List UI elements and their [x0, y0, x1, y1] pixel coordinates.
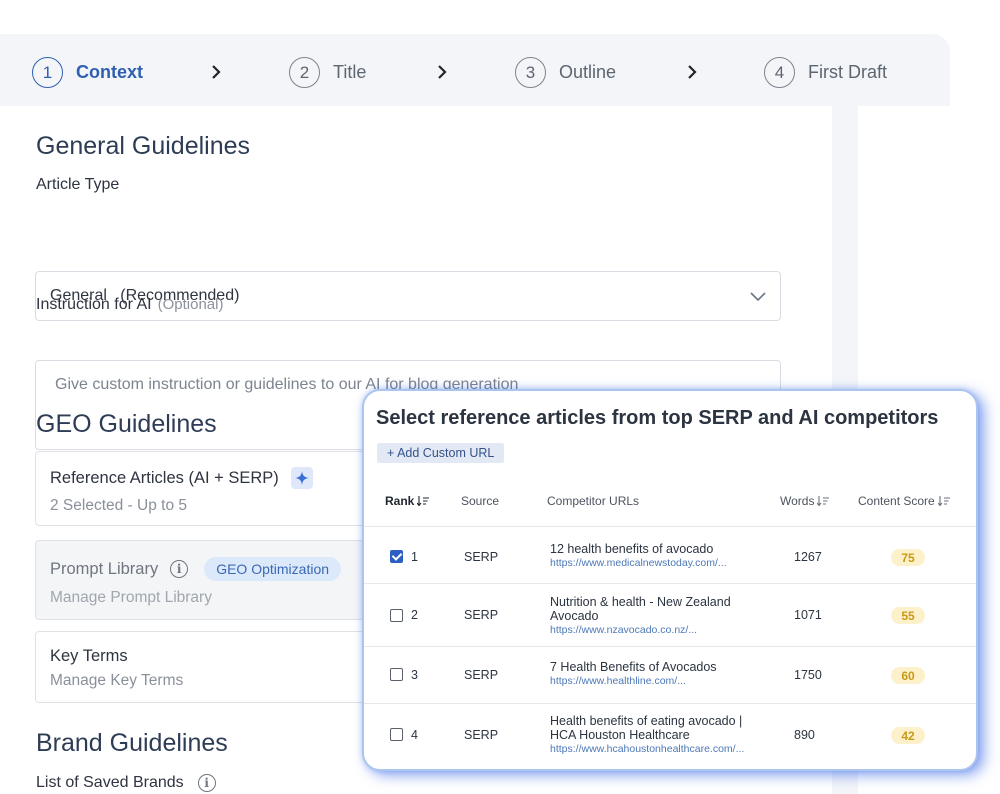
info-icon[interactable]: i — [197, 774, 216, 792]
step-number: 1 — [32, 57, 63, 88]
modal-title: Select reference articles from top SERP … — [376, 407, 939, 429]
table-row[interactable]: 3 SERP 7 Health Benefits of Avocados htt… — [364, 647, 976, 703]
reference-articles-modal: Select reference articles from top SERP … — [362, 389, 978, 771]
row-source: SERP — [464, 608, 499, 622]
chevron-right-icon — [688, 65, 697, 79]
add-custom-url-button[interactable]: + Add Custom URL — [377, 443, 505, 463]
step-outline[interactable]: 3 Outline — [515, 57, 616, 88]
row-url[interactable]: https://www.hcahoustonhealthcare.com/... — [550, 743, 760, 755]
row-checkbox[interactable] — [390, 668, 403, 681]
instruction-label: Instruction for AI (Optional) — [36, 296, 223, 314]
saved-brands-label: List of Saved Brands — [36, 774, 184, 791]
row-words: 890 — [794, 728, 815, 742]
row-url[interactable]: https://www.nzavocado.co.nz/... — [550, 624, 760, 636]
row-title: Nutrition & health - New Zealand Avocado — [550, 595, 731, 623]
row-competitor: 12 health benefits of avocado https://ww… — [550, 542, 760, 569]
col-score-label: Content Score — [858, 494, 935, 508]
reference-articles-title: Reference Articles (AI + SERP) — [50, 468, 279, 487]
row-checkbox[interactable] — [390, 728, 403, 741]
col-score[interactable]: Content Score — [858, 494, 950, 508]
row-rank: 2 — [411, 608, 418, 622]
row-words: 1071 — [794, 608, 822, 622]
geo-guidelines-heading: GEO Guidelines — [36, 410, 217, 438]
geo-optimization-badge: GEO Optimization — [204, 557, 342, 581]
row-source: SERP — [464, 550, 499, 564]
col-source: Source — [461, 494, 500, 508]
step-label: Context — [76, 62, 143, 82]
optional-tag: (Optional) — [157, 296, 224, 313]
info-icon[interactable]: i — [170, 560, 189, 578]
col-words-label: Words — [780, 494, 815, 508]
table-row[interactable]: 1 SERP 12 health benefits of avocado htt… — [364, 527, 976, 587]
step-number: 3 — [515, 57, 546, 88]
row-competitor: 7 Health Benefits of Avocados https://ww… — [550, 660, 760, 687]
step-label: Outline — [559, 62, 617, 82]
sort-icon — [937, 496, 950, 506]
step-number: 2 — [289, 57, 320, 88]
row-source: SERP — [464, 668, 499, 682]
saved-brands-label-row: List of Saved Brands i — [36, 774, 216, 792]
prompt-library-title-row: Prompt Library i GEO Optimization — [50, 557, 342, 581]
row-words: 1750 — [794, 668, 822, 682]
stepper: 1 Context 2 Title 3 Outline 4 First Draf… — [0, 34, 950, 106]
row-rank: 3 — [411, 668, 418, 682]
sort-icon — [417, 496, 430, 506]
sparkle-icon — [290, 467, 313, 489]
table-row[interactable]: 4 SERP Health benefits of eating avocado… — [364, 704, 976, 768]
instruction-label-text: Instruction for AI — [36, 296, 152, 313]
col-rank[interactable]: Rank — [385, 494, 430, 508]
col-words[interactable]: Words — [780, 494, 830, 508]
col-urls: Competitor URLs — [547, 494, 640, 508]
general-guidelines-heading: General Guidelines — [36, 132, 251, 160]
row-score-badge: 60 — [891, 667, 925, 684]
row-title: Health benefits of eating avocado | HCA … — [550, 714, 743, 742]
row-title: 7 Health Benefits of Avocados — [550, 660, 717, 674]
key-terms-title: Key Terms — [50, 647, 128, 665]
row-rank: 1 — [411, 550, 418, 564]
row-competitor: Health benefits of eating avocado | HCA … — [550, 714, 760, 755]
step-label: First Draft — [808, 62, 887, 82]
step-label: Title — [333, 62, 367, 82]
row-url[interactable]: https://www.medicalnewstoday.com/... — [550, 557, 760, 569]
row-score-badge: 75 — [891, 549, 925, 566]
prompt-library-title: Prompt Library — [50, 559, 159, 578]
step-context[interactable]: 1 Context — [32, 57, 143, 88]
reference-articles-title-row: Reference Articles (AI + SERP) — [50, 467, 313, 489]
row-source: SERP — [464, 728, 499, 742]
table-row[interactable]: 2 SERP Nutrition & health - New Zealand … — [364, 584, 976, 646]
row-title: 12 health benefits of avocado — [550, 542, 714, 556]
row-score-badge: 42 — [891, 727, 925, 744]
row-rank: 4 — [411, 728, 418, 742]
col-rank-label: Rank — [385, 494, 415, 508]
row-checkbox[interactable] — [390, 609, 403, 622]
row-checkbox[interactable] — [390, 550, 403, 563]
chevron-down-icon — [750, 292, 766, 302]
prompt-library-sub: Manage Prompt Library — [50, 589, 212, 606]
reference-articles-count: 2 Selected - Up to 5 — [50, 497, 187, 514]
step-number: 4 — [764, 57, 795, 88]
key-terms-sub: Manage Key Terms — [50, 672, 184, 689]
chevron-right-icon — [212, 65, 221, 79]
article-type-label: Article Type — [36, 176, 120, 193]
row-url[interactable]: https://www.healthline.com/... — [550, 675, 760, 687]
chevron-right-icon — [438, 65, 447, 79]
step-title[interactable]: 2 Title — [289, 57, 366, 88]
row-competitor: Nutrition & health - New Zealand Avocado… — [550, 595, 760, 636]
row-words: 1267 — [794, 550, 822, 564]
step-first-draft[interactable]: 4 First Draft — [764, 57, 887, 88]
sort-icon — [817, 496, 830, 506]
brand-guidelines-heading: Brand Guidelines — [36, 729, 228, 757]
row-score-badge: 55 — [891, 607, 925, 624]
